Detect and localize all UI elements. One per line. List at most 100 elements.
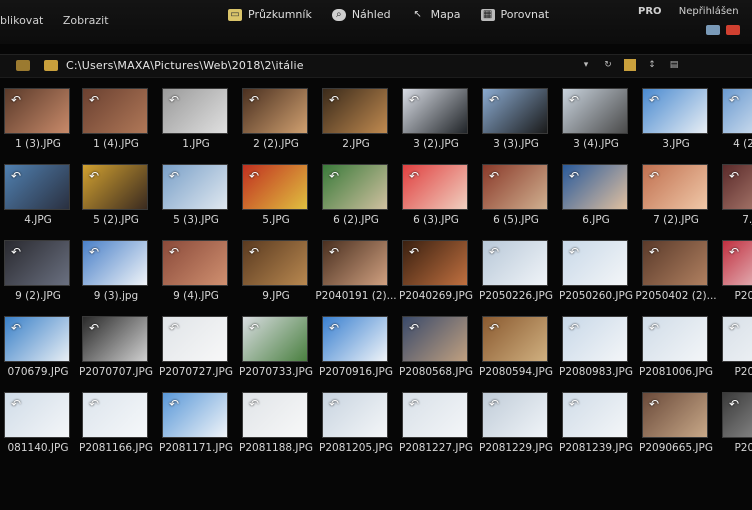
- thumbnail-item[interactable]: ↶ 9 (2).JPG: [0, 240, 78, 316]
- rotate-icon: ↶: [329, 397, 340, 411]
- file-name: P2081239.JPG: [559, 442, 633, 454]
- file-name: P2090665.JPG: [639, 442, 713, 454]
- thumbnail-item[interactable]: ↶ P2050260.JPG: [556, 240, 636, 316]
- thumbnail-item[interactable]: ↶ 7 (2).JPG: [636, 164, 716, 240]
- thumbnail-item[interactable]: ↶ P2070727.JPG: [156, 316, 236, 392]
- thumbnail-item[interactable]: ↶ 9.JPG: [236, 240, 316, 316]
- thumbnail-item[interactable]: ↶ 6.JPG: [556, 164, 636, 240]
- thumbnail-item[interactable]: ↶ P2081...: [716, 316, 752, 392]
- map-button[interactable]: ↖ Mapa: [411, 8, 461, 21]
- rotate-icon: ↶: [729, 397, 740, 411]
- thumbnail-item[interactable]: ↶ 3 (2).JPG: [396, 88, 476, 164]
- file-name: P2040269.JPG: [399, 290, 473, 302]
- thumbnail-image: ↶: [4, 316, 70, 362]
- thumbnail-item[interactable]: ↶ 2 (2).JPG: [236, 88, 316, 164]
- thumbnail-item[interactable]: ↶ 081140.JPG: [0, 392, 78, 468]
- thumbnail-item[interactable]: ↶ 6 (3).JPG: [396, 164, 476, 240]
- thumbnail-item[interactable]: ↶ 9 (3).jpg: [76, 240, 156, 316]
- file-name: P2081006.JPG: [639, 366, 713, 378]
- rotate-icon: ↶: [329, 321, 340, 335]
- rotate-icon: ↶: [11, 397, 22, 411]
- rotate-icon: ↶: [409, 397, 420, 411]
- thumbnail-item[interactable]: ↶ P2090...: [716, 392, 752, 468]
- explorer-button[interactable]: ▭ Průzkumník: [228, 8, 312, 21]
- thumbnail-item[interactable]: ↶ 5 (3).JPG: [156, 164, 236, 240]
- sort-icon[interactable]: ↕: [646, 59, 658, 71]
- view-options-icon[interactable]: ▤: [668, 59, 680, 71]
- thumbnail-item[interactable]: ↶ 4 (2).JPG: [716, 88, 752, 164]
- thumbnail-item[interactable]: ↶ 3 (4).JPG: [556, 88, 636, 164]
- thumbnail-image: ↶: [4, 392, 70, 438]
- email-icon[interactable]: [726, 25, 740, 35]
- menu-item-blikovat[interactable]: blikovat: [0, 14, 43, 27]
- thumbnail-image: ↶: [322, 88, 388, 134]
- file-name: 1.JPG: [182, 138, 210, 150]
- dropdown-icon[interactable]: ▾: [580, 59, 592, 71]
- map-icon: ↖: [413, 8, 422, 20]
- thumbnail-item[interactable]: ↶ P2080983.JPG: [556, 316, 636, 392]
- thumbnail-image: ↶: [162, 316, 228, 362]
- thumbnail-item[interactable]: ↶ 1 (4).JPG: [76, 88, 156, 164]
- thumbnail-item[interactable]: ↶ P2050402 (2)...: [635, 240, 717, 316]
- rotate-icon: ↶: [649, 397, 660, 411]
- thumbnail-item[interactable]: ↶ P2081227.JPG: [396, 392, 476, 468]
- rotate-icon: ↶: [169, 169, 180, 183]
- file-name: P2080568.JPG: [399, 366, 473, 378]
- thumbnail-item[interactable]: ↶ P2081171.JPG: [156, 392, 236, 468]
- thumbnail-item[interactable]: ↶ P2081188.JPG: [236, 392, 316, 468]
- thumbnail-image: ↶: [322, 164, 388, 210]
- thumbnail-image: ↶: [242, 392, 308, 438]
- thumbnail-image: ↶: [562, 392, 628, 438]
- thumbnail-image: ↶: [162, 240, 228, 286]
- thumbnail-item[interactable]: ↶ P2090665.JPG: [636, 392, 716, 468]
- thumbnail-item[interactable]: ↶ P2081006.JPG: [636, 316, 716, 392]
- thumbnail-item[interactable]: ↶ 9 (4).JPG: [156, 240, 236, 316]
- thumbnail-item[interactable]: ↶ 1.JPG: [156, 88, 236, 164]
- thumbnail-item[interactable]: ↶ 4.JPG: [0, 164, 78, 240]
- path-text[interactable]: C:\Users\MAXA\Pictures\Web\2018\2\itálie: [66, 59, 304, 72]
- browse-folder-icon[interactable]: [16, 60, 30, 71]
- thumbnail-item[interactable]: ↶ P2070707.JPG: [76, 316, 156, 392]
- thumbnail-item[interactable]: ↶ P2080568.JPG: [396, 316, 476, 392]
- thumbnail-image: ↶: [4, 240, 70, 286]
- menu-item-zobrazit[interactable]: Zobrazit: [63, 14, 109, 27]
- login-status[interactable]: Nepřihlášen: [679, 6, 739, 17]
- thumbnail-item[interactable]: ↶ P2081205.JPG: [316, 392, 396, 468]
- thumbnail-item[interactable]: ↶ 3 (3).JPG: [476, 88, 556, 164]
- rotate-icon: ↶: [489, 321, 500, 335]
- refresh-icon[interactable]: ↻: [602, 59, 614, 71]
- thumbnail-item[interactable]: ↶ P2050...: [716, 240, 752, 316]
- account-area: PRO Nepřihlášen: [638, 6, 739, 17]
- thumbnail-item[interactable]: ↶ 2.JPG: [316, 88, 396, 164]
- thumbnail-item[interactable]: ↶ 1 (3).JPG: [0, 88, 78, 164]
- file-name: 4 (2).JPG: [733, 138, 752, 150]
- thumbnail-item[interactable]: ↶ 070679.JPG: [0, 316, 78, 392]
- preview-button[interactable]: ⌕ Náhled: [331, 8, 391, 21]
- thumbnail-item[interactable]: ↶ 7.JPG: [716, 164, 752, 240]
- thumbnail-item[interactable]: ↶ P2040191 (2)...: [315, 240, 397, 316]
- thumbnail-item[interactable]: ↶ P2081166.JPG: [76, 392, 156, 468]
- file-name: 3 (3).JPG: [493, 138, 539, 150]
- thumbnail-item[interactable]: ↶ 6 (2).JPG: [316, 164, 396, 240]
- compare-button[interactable]: ▦ Porovnat: [480, 8, 549, 21]
- map-label: Mapa: [430, 8, 461, 21]
- rotate-icon: ↶: [89, 169, 100, 183]
- thumbnail-item[interactable]: ↶ P2050226.JPG: [476, 240, 556, 316]
- file-name: 5 (3).JPG: [173, 214, 219, 226]
- thumbnail-item[interactable]: ↶ P2081239.JPG: [556, 392, 636, 468]
- favorite-folder-icon[interactable]: [624, 59, 636, 71]
- thumbnail-image: ↶: [562, 88, 628, 134]
- file-name: P2081188.JPG: [239, 442, 313, 454]
- print-icon[interactable]: [706, 25, 720, 35]
- thumbnail-item[interactable]: ↶ 3.JPG: [636, 88, 716, 164]
- thumbnail-item[interactable]: ↶ P2070916.JPG: [316, 316, 396, 392]
- thumbnail-item[interactable]: ↶ P2081229.JPG: [476, 392, 556, 468]
- thumbnail-item[interactable]: ↶ 6 (5).JPG: [476, 164, 556, 240]
- thumbnail-item[interactable]: ↶ P2070733.JPG: [236, 316, 316, 392]
- thumbnail-item[interactable]: ↶ P2040269.JPG: [396, 240, 476, 316]
- thumbnail-item[interactable]: ↶ 5 (2).JPG: [76, 164, 156, 240]
- thumbnail-image: ↶: [642, 316, 708, 362]
- thumbnail-item[interactable]: ↶ P2080594.JPG: [476, 316, 556, 392]
- thumbnail-item[interactable]: ↶ 5.JPG: [236, 164, 316, 240]
- file-name: 3 (4).JPG: [573, 138, 619, 150]
